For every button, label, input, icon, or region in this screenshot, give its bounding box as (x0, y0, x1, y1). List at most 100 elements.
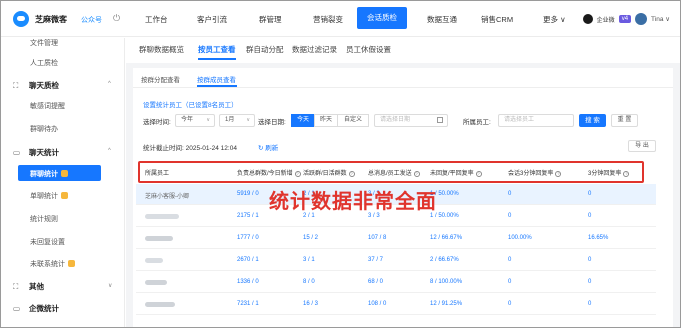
table-cell[interactable]: 107 / 8 (368, 235, 386, 241)
sidebar-item-no-contact[interactable]: 未联系统计 (30, 259, 75, 269)
staff-select[interactable]: 请选择员工 (498, 114, 574, 127)
table-cell[interactable]: 8 / 100.00% (430, 279, 462, 285)
chevron-up-icon[interactable]: ^ (108, 81, 111, 87)
column-header-label: 活跃群/日活群数 (303, 171, 347, 177)
table-cell[interactable]: 0 (508, 279, 511, 285)
table-row[interactable] (136, 228, 656, 249)
sidebar-group-wecom-stats[interactable]: ▭ 企微统计 (13, 303, 59, 314)
nav-item-data[interactable]: 数据互通 (427, 14, 457, 25)
account-type[interactable]: 公众号 (81, 15, 102, 25)
table-cell[interactable]: 16.65% (588, 235, 608, 241)
help-icon[interactable]: ? (413, 171, 420, 177)
date-picker-input[interactable]: 请选择日期 (374, 114, 448, 127)
help-icon[interactable]: ? (294, 171, 301, 177)
search-button[interactable]: 搜 索 (579, 114, 606, 127)
nav-item-marketing[interactable]: 营销裂变 (313, 14, 343, 25)
sidebar-item-stat-rules[interactable]: 统计规则 (30, 214, 58, 224)
table-cell[interactable]: 2670 / 1 (237, 257, 259, 263)
sidebar-item-single-stats[interactable]: 单聊统计 (30, 191, 68, 201)
refresh-button[interactable]: ↻ 刷新 (258, 142, 278, 152)
sidebar-group-chat-stats[interactable]: ▭ 聊天统计 (13, 147, 59, 158)
table-cell[interactable]: 0 (588, 191, 591, 197)
table-cell[interactable]: 0 (588, 257, 591, 263)
help-icon[interactable]: ? (348, 171, 355, 177)
help-icon[interactable]: ? (555, 171, 562, 177)
table-cell[interactable]: 7231 / 1 (237, 301, 259, 307)
scan-icon: ⛶ (13, 282, 19, 291)
table-cell[interactable]: 0 (588, 213, 591, 219)
help-icon[interactable]: ? (475, 171, 482, 177)
set-staff-link[interactable]: 设置统计员工（已设置8名员工） (143, 99, 238, 109)
sidebar-group-label: 聊天质检 (29, 81, 59, 90)
tab-group-overview[interactable]: 群聊数据概览 (139, 44, 184, 55)
tab-leave-settings[interactable]: 员工休假设置 (346, 44, 391, 55)
nav-item-more[interactable]: 更多 ∨ (543, 14, 566, 25)
time-label: 选择时间: (143, 119, 171, 126)
table-cell[interactable]: 2 / 66.67% (430, 257, 459, 263)
table-cell[interactable]: 100.00% (508, 235, 532, 241)
date-custom-button[interactable]: 自定义 (337, 114, 369, 127)
user-tools: 企业微 v4 Tina ∨ (582, 11, 670, 27)
table-cell[interactable]: 37 / 7 (368, 257, 383, 263)
tab-by-staff[interactable]: 按员工查看 (198, 44, 236, 55)
tab-by-group-assign[interactable]: 按群分配查看 (141, 74, 180, 84)
sidebar-group-other[interactable]: ⛶ 其他 (13, 281, 44, 292)
table-cell[interactable]: 12 / 91.25% (430, 301, 462, 307)
column-header-staff: 所属员工 (145, 171, 170, 177)
table-cell[interactable]: 8 / 0 (303, 279, 315, 285)
switch-icon[interactable]: ⏻ (113, 13, 120, 24)
table-cell[interactable]: 0 (508, 257, 511, 263)
nav-item-group[interactable]: 群管理 (259, 14, 282, 25)
table-cell[interactable]: 108 / 0 (368, 301, 386, 307)
table-cell[interactable]: 12 / 66.67% (430, 235, 462, 241)
table-cell[interactable]: 16 / 3 (303, 301, 318, 307)
nav-item-traffic[interactable]: 客户引流 (197, 14, 227, 25)
nav-item-session-qc[interactable]: 会话质检 (357, 7, 407, 29)
chart-icon: ▭ (13, 304, 21, 313)
sidebar-group-chat-qc[interactable]: ⛶ 聊天质检 (13, 80, 59, 91)
chevron-up-icon[interactable]: ^ (108, 148, 111, 154)
help-icon[interactable]: ? (623, 171, 630, 177)
table-cell[interactable]: 0 (588, 279, 591, 285)
table-cell[interactable]: 1777 / 0 (237, 235, 259, 241)
table-row[interactable] (136, 250, 656, 271)
table-cell[interactable]: 0 (508, 213, 511, 219)
tab-auto-assign[interactable]: 群自动分配 (246, 44, 284, 55)
sidebar-item-manual-qc[interactable]: 人工质检 (30, 58, 58, 68)
nav-item-workbench[interactable]: 工作台 (145, 14, 168, 25)
table-cell[interactable]: 1336 / 0 (237, 279, 259, 285)
table-cell[interactable]: 3 / 1 (303, 257, 315, 263)
table-cell[interactable]: 5919 / 0 (237, 191, 259, 197)
table-cell[interactable]: 68 / 0 (368, 279, 383, 285)
tab-filter-log[interactable]: 数据过滤记录 (292, 44, 337, 55)
table-cell[interactable]: 0 (508, 191, 511, 197)
year-select[interactable]: 今年 ∨ (175, 114, 215, 127)
chart-icon: ▭ (13, 148, 21, 157)
table-cell[interactable]: 2175 / 1 (237, 213, 259, 219)
sidebar-item-label: 未联系统计 (30, 261, 65, 268)
sidebar-item-sensitive-words[interactable]: 敏感词提醒 (30, 101, 65, 111)
sidebar-group-label: 其他 (29, 282, 44, 291)
nav-item-crm[interactable]: 销售CRM (481, 14, 513, 25)
export-button[interactable]: 导 出 (628, 140, 656, 152)
user-name[interactable]: Tina ∨ (651, 15, 670, 23)
sidebar-item-group-todo[interactable]: 群聊待办 (30, 124, 58, 134)
staff-label: 所属员工: (463, 119, 491, 126)
sidebar-item-group-stats[interactable]: 群聊统计 (30, 169, 68, 179)
date-today-button[interactable]: 今天 (291, 114, 315, 127)
sidebar-group-label: 聊天统计 (29, 148, 59, 157)
date-label: 选择日期: (258, 119, 286, 126)
sidebar-item-file-manage[interactable]: 文件管理 (30, 38, 58, 48)
month-select[interactable]: 1月 ∨ (219, 114, 255, 127)
table-row[interactable] (136, 272, 656, 293)
sidebar-item-no-reply[interactable]: 未回复设置 (30, 237, 65, 247)
table-row[interactable] (136, 294, 656, 315)
date-yesterday-button[interactable]: 昨天 (314, 114, 338, 127)
table-cell[interactable]: 0 (588, 301, 591, 307)
tab-by-group-member[interactable]: 按群成员查看 (197, 74, 236, 84)
table-cell[interactable]: 15 / 2 (303, 235, 318, 241)
table-cell[interactable]: 0 (508, 301, 511, 307)
avatar[interactable] (635, 13, 648, 25)
chevron-down-icon[interactable]: ∨ (108, 282, 112, 289)
reset-button[interactable]: 重 置 (611, 114, 638, 127)
